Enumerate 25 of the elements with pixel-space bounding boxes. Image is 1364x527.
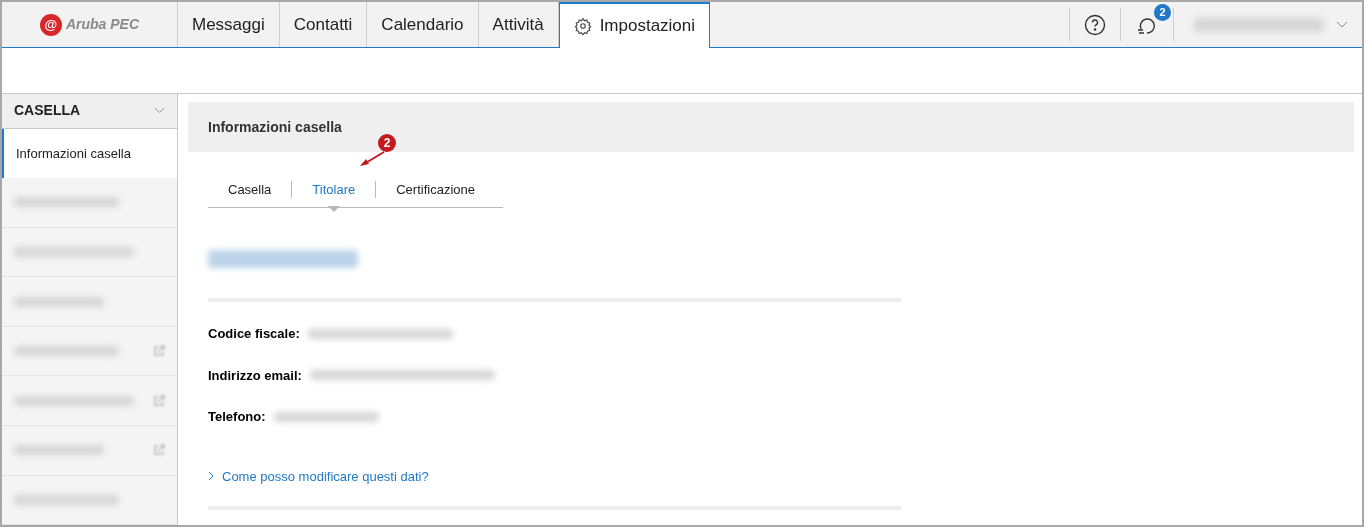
nav-tab[interactable]: Contatti	[279, 2, 368, 47]
sidebar-item[interactable]: Informazioni casella	[2, 128, 177, 179]
help-link[interactable]: Come posso modificare questi dati?	[208, 466, 429, 486]
help-icon[interactable]	[1084, 13, 1106, 36]
nav-tab[interactable]: Attività	[478, 2, 559, 47]
sub-tab[interactable]: Casella	[208, 179, 292, 200]
chevron-down-icon[interactable]	[1336, 20, 1348, 29]
chevron-down-icon	[154, 107, 165, 115]
seal-mark: @	[39, 13, 62, 36]
gear-icon	[573, 17, 592, 35]
nav-tab[interactable]: Calendario	[367, 2, 479, 47]
sub-tab[interactable]: Certificazione	[376, 179, 495, 200]
field-label: Telefono:	[208, 408, 266, 426]
external-link-icon	[153, 444, 165, 457]
chevron-right-icon	[208, 471, 214, 482]
field-label: Indirizzo email:	[208, 366, 302, 385]
sub-tab[interactable]: Titolare	[292, 179, 376, 200]
notification-badge: 2	[1154, 3, 1171, 21]
sidebar-section-header[interactable]: CASELLA	[2, 94, 177, 129]
external-link-icon	[153, 345, 165, 358]
nav-tab[interactable]: Messaggi	[178, 2, 280, 47]
nav-tab[interactable]: Impostazioni	[558, 2, 711, 48]
external-link-icon	[153, 394, 165, 407]
field-label: Codice fiscale:	[208, 325, 300, 343]
logo: @ Aruba PEC	[39, 13, 140, 36]
